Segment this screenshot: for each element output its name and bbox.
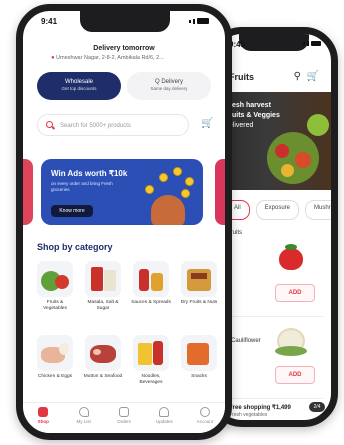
filter-chips: All Exposure Mushroom: [225, 200, 331, 220]
bottom-tab-bar: Shop My List Orders Updates Account: [23, 402, 225, 433]
category-label: Dry Fruits & Nuts: [180, 300, 218, 305]
page-badge: 2/4: [309, 402, 325, 412]
tab-label: Shop: [37, 419, 49, 424]
category-label: Masala, Salt & Sugar: [87, 300, 119, 311]
option-label: Wholesale: [64, 79, 93, 85]
category-sauces[interactable]: Sauces & Spreads: [131, 261, 171, 323]
coin-icon: [185, 177, 194, 186]
tab-account[interactable]: Account: [185, 403, 225, 433]
know-more-button[interactable]: Know more: [51, 205, 93, 217]
add-button[interactable]: ADD: [275, 284, 315, 302]
phone-notch: [80, 11, 170, 32]
promo-banner[interactable]: Fresh harvest Fruits & Veggies delivered: [215, 92, 331, 190]
category-label: Noodles, Beverages: [139, 374, 163, 385]
category-label: Snacks: [191, 374, 207, 379]
category-chicken-eggs[interactable]: Chicken & Eggs: [35, 335, 75, 397]
category-image: [133, 261, 169, 297]
orders-icon: [119, 407, 130, 417]
category-label: Chicken & Eggs: [37, 374, 73, 379]
delivery-address[interactable]: ● Umeshwar Nagar, 2-8-2, Ambikala Rd/6, …: [51, 55, 205, 61]
tomato-image: [295, 152, 311, 168]
section-title: Shop by category: [37, 242, 113, 252]
bottom-offer-sub: Fresh vegetables: [229, 412, 268, 418]
heart-icon: [78, 407, 89, 417]
vegetable-image: [267, 132, 319, 184]
category-mutton-seafood[interactable]: Mutton & Seafood: [83, 335, 123, 397]
category-noodles-beverages[interactable]: Noodles, Beverages: [131, 335, 171, 397]
greens-image: [307, 114, 329, 136]
coin-icon: [159, 173, 168, 182]
pot-illustration: [151, 195, 185, 225]
tab-my-list[interactable]: My List: [63, 403, 103, 433]
banner-title: Win Ads worth ₹10k: [51, 169, 128, 178]
bell-icon: [159, 407, 170, 417]
chip-mushroom[interactable]: Mushroom: [305, 200, 331, 220]
carousel-prev-card[interactable]: [23, 159, 33, 225]
tab-orders[interactable]: Orders: [104, 403, 144, 433]
category-masala[interactable]: Masala, Salt & Sugar: [83, 261, 123, 323]
option-wholesale[interactable]: Wholesale Get top discounts: [37, 72, 121, 100]
category-dry-fruits[interactable]: Dry Fruits & Nuts: [179, 261, 219, 323]
option-sub: Same day delivery: [150, 86, 188, 91]
banner-line: Fruits & Veggies: [225, 112, 280, 119]
category-image: [133, 335, 169, 371]
tomato-image: [275, 144, 289, 158]
carousel-next-card[interactable]: [215, 159, 225, 225]
tab-label: My List: [76, 419, 91, 424]
chip-exposure[interactable]: Exposure: [255, 200, 300, 220]
strawberry-image: [273, 242, 309, 278]
status-icons: [189, 18, 209, 24]
option-q-delivery[interactable]: Q Delivery Same day delivery: [127, 72, 211, 100]
location-pin-icon: ●: [51, 55, 55, 61]
product-name: Cauliflower: [231, 338, 261, 344]
cauliflower-image: [273, 324, 309, 360]
product-row: ADD: [225, 234, 323, 317]
product-list-header: Fruits ⚲ 🛒: [215, 64, 331, 92]
tab-shop[interactable]: Shop: [23, 403, 63, 433]
option-sub: Get top discounts: [61, 86, 97, 91]
shop-icon: [38, 407, 49, 417]
front-phone: 9:41 Delivery tomorrow ● Umeshwar Nagar,…: [16, 4, 232, 440]
add-button[interactable]: ADD: [275, 366, 315, 384]
category-fruits-vegetables[interactable]: Fruits & Vegetables: [35, 261, 75, 323]
category-image: [85, 261, 121, 297]
page-title: Fruits: [229, 72, 255, 82]
coin-icon: [181, 189, 190, 198]
coin-icon: [173, 167, 182, 176]
option-label: Q Delivery: [154, 79, 183, 85]
search-icon[interactable]: ⚲: [294, 71, 301, 82]
cart-icon[interactable]: 🛒: [307, 71, 319, 82]
search-input[interactable]: Search for 5000+ products: [37, 114, 189, 136]
tab-label: Account: [196, 419, 213, 424]
category-image: [85, 335, 121, 371]
category-label: Mutton & Seafood: [83, 374, 123, 379]
category-image: [181, 335, 217, 371]
address-text: Umeshwar Nagar, 2-8-2, Ambikala Rd/6, 2.…: [56, 55, 164, 61]
coin-icon: [145, 185, 154, 194]
delivery-title[interactable]: Delivery tomorrow: [23, 45, 225, 52]
search-icon: [46, 121, 53, 128]
status-time: 9:41: [41, 17, 58, 26]
cart-icon[interactable]: 🛒: [201, 118, 213, 129]
phone-notch: [239, 34, 309, 51]
product-row: Cauliflower ADD: [225, 316, 323, 399]
tab-label: Orders: [117, 419, 131, 424]
category-label: Fruits & Vegetables: [43, 300, 67, 311]
category-label: Sauces & Spreads: [131, 300, 171, 305]
banner-subtitle: on every order and bring Fresh groceries: [51, 181, 113, 192]
delivery-mode-toggle: Wholesale Get top discounts Q Delivery S…: [37, 72, 211, 100]
bottom-offer-title: Free shopping ₹1,499: [229, 405, 291, 411]
tab-label: Updates: [156, 419, 173, 424]
status-icons: [303, 41, 321, 46]
lemon-image: [281, 164, 294, 177]
user-icon: [199, 407, 210, 417]
promo-banner[interactable]: Win Ads worth ₹10k on every order and br…: [41, 159, 203, 225]
category-image: [37, 261, 73, 297]
tab-updates[interactable]: Updates: [144, 403, 184, 433]
category-snacks[interactable]: Snacks: [179, 335, 219, 397]
category-image: [37, 335, 73, 371]
category-image: [181, 261, 217, 297]
